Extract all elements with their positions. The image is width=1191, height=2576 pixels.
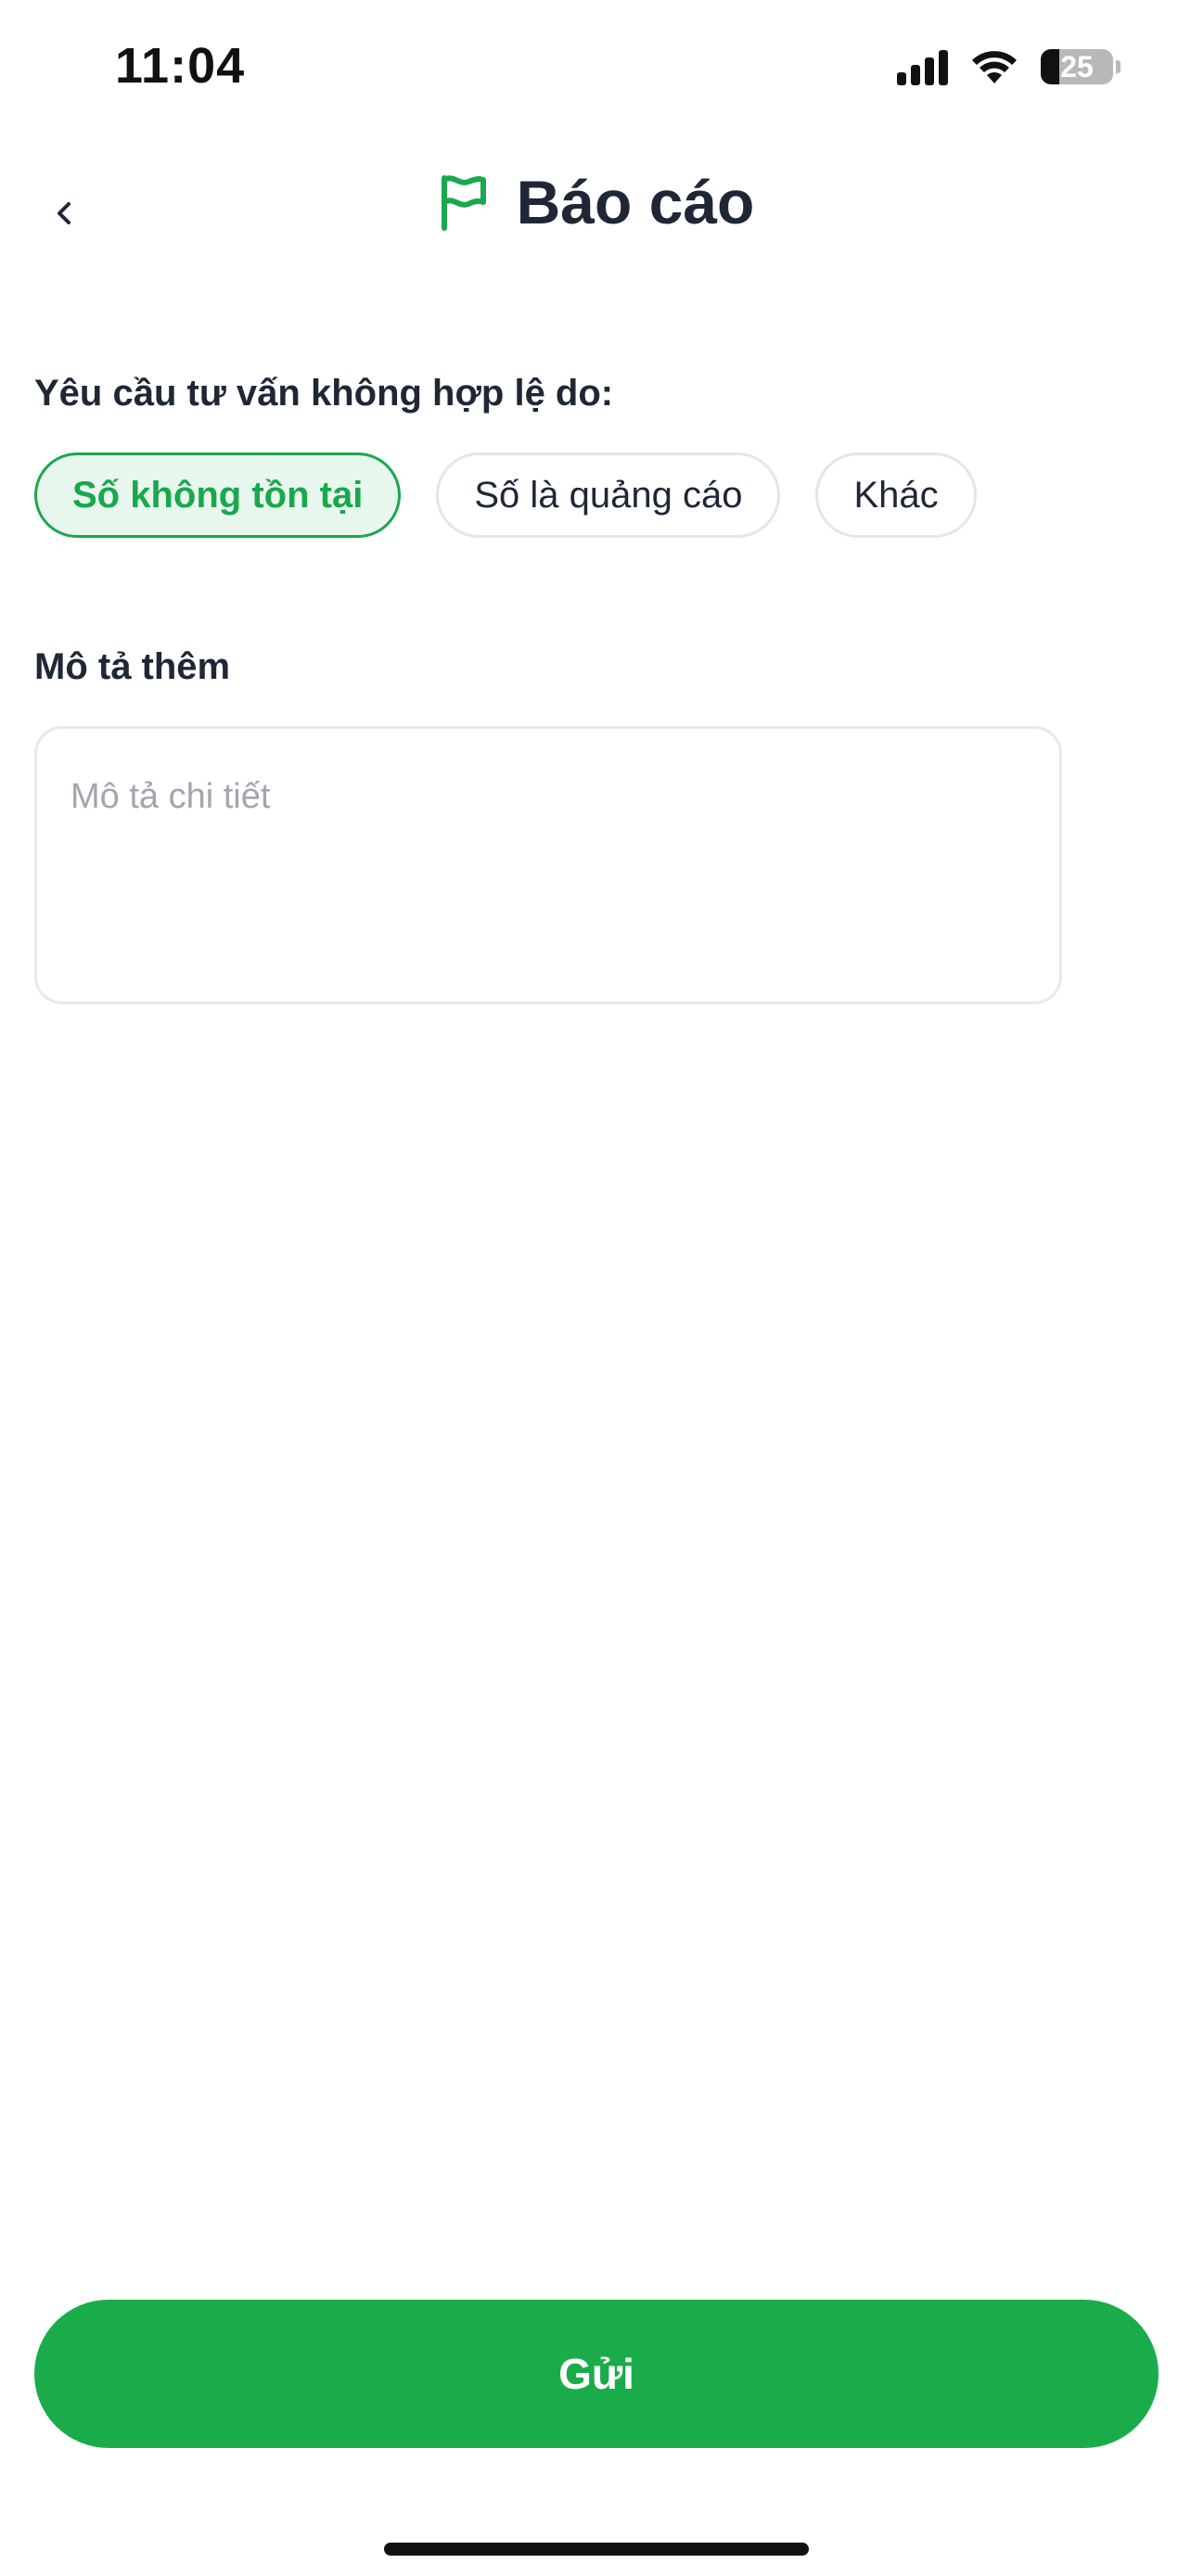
cellular-signal-icon (897, 48, 948, 85)
status-icons: 25 (897, 46, 1121, 87)
flag-icon (441, 175, 486, 231)
description-input[interactable] (34, 726, 1062, 1004)
header: Báo cáo (0, 158, 1191, 269)
chip-label: Số là quảng cáo (474, 474, 743, 516)
home-indicator (384, 2543, 809, 2556)
chip-label: Số không tồn tại (72, 474, 364, 516)
page-title: Báo cáo (516, 168, 755, 236)
description-label: Mô tả thêm (34, 646, 231, 687)
chip-label: Khác (853, 474, 939, 516)
battery-icon: 25 (1041, 49, 1121, 84)
battery-level: 25 (1060, 49, 1094, 83)
status-time: 11:04 (115, 38, 246, 94)
reason-chip-nonexistent[interactable]: Số không tồn tại (34, 453, 402, 538)
reason-chips: Số không tồn tại Số là quảng cáo Khác (34, 453, 977, 538)
wifi-icon (972, 51, 1017, 83)
reason-chip-advertising[interactable]: Số là quảng cáo (436, 453, 781, 538)
status-bar: 11:04 25 (0, 0, 1191, 139)
reason-label: Yêu cầu tư vấn không hợp lệ do: (34, 373, 614, 414)
reason-chip-other[interactable]: Khác (815, 453, 977, 538)
title-wrap: Báo cáo (0, 167, 1191, 237)
submit-button[interactable]: Gửi (34, 2300, 1159, 2448)
